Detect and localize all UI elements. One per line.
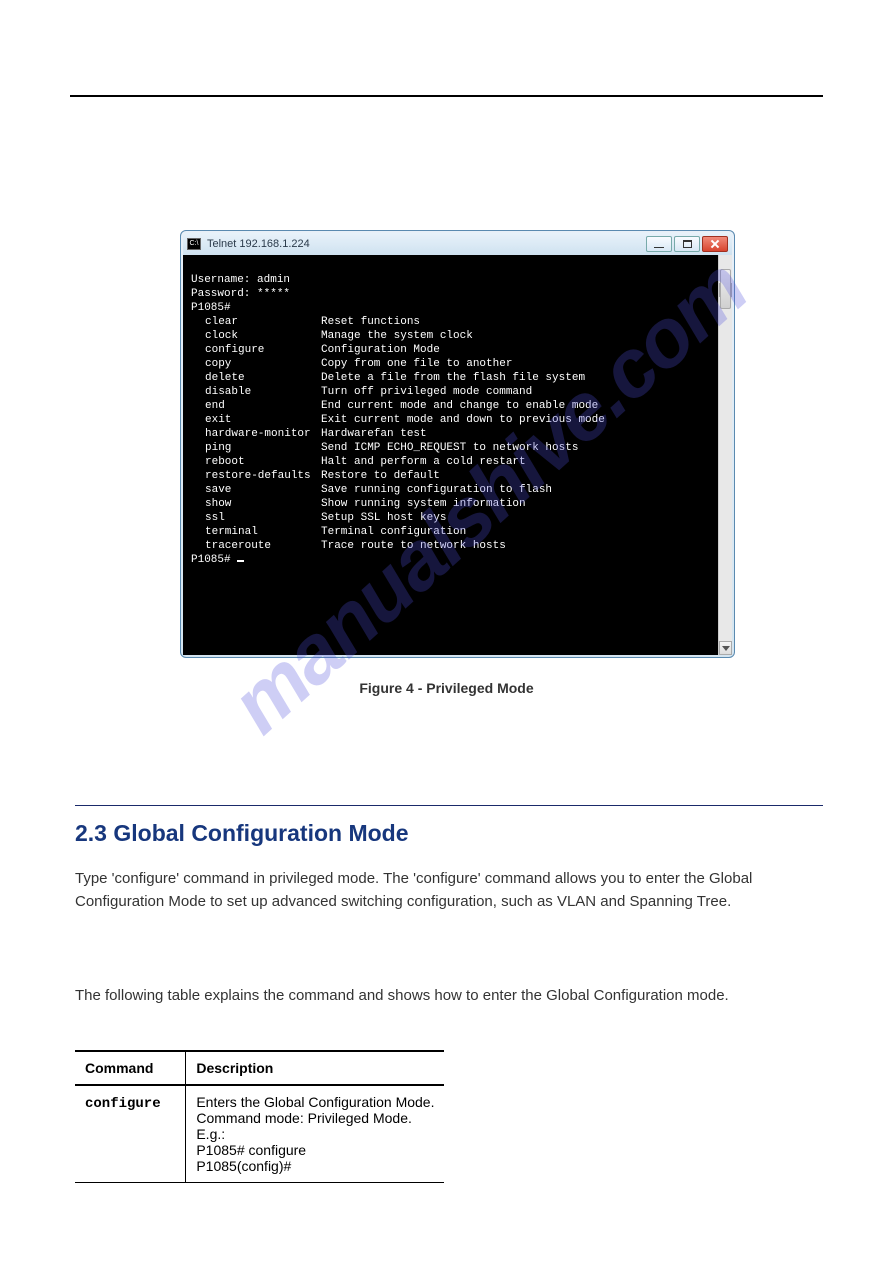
help-desc: Save running configuration to flash: [321, 483, 552, 497]
terminal-help-row: showShow running system information: [191, 497, 724, 511]
section-heading: 2.3 Global Configuration Mode: [75, 820, 409, 847]
shell-prompt: P1085#: [191, 302, 231, 314]
help-cmd: delete: [191, 371, 321, 385]
window-titlebar[interactable]: C:\ Telnet 192.168.1.224: [183, 233, 732, 255]
terminal-scrollbar[interactable]: [718, 255, 732, 655]
help-desc: Restore to default: [321, 469, 440, 483]
terminal-help-row: rebootHalt and perform a cold restart: [191, 455, 724, 469]
terminal-help-row: deleteDelete a file from the flash file …: [191, 371, 724, 385]
help-cmd: traceroute: [191, 539, 321, 553]
help-desc: Terminal configuration: [321, 525, 466, 539]
terminal-help-row: sslSetup SSL host keys: [191, 511, 724, 525]
help-desc: End current mode and change to enable mo…: [321, 399, 598, 413]
terminal-help-row: exitExit current mode and down to previo…: [191, 413, 724, 427]
help-cmd: hardware-monitor: [191, 427, 321, 441]
table-header-row: Command Description: [75, 1051, 444, 1085]
scroll-thumb[interactable]: [720, 269, 731, 309]
help-cmd: clear: [191, 315, 321, 329]
header-rule: [70, 95, 823, 97]
terminal-help-row: restore-defaultsRestore to default: [191, 469, 724, 483]
minimize-button[interactable]: [646, 236, 672, 252]
close-button[interactable]: [702, 236, 728, 252]
col-description: Description: [186, 1051, 445, 1085]
terminal-help-row: clearReset functions: [191, 315, 724, 329]
terminal-help-row: terminalTerminal configuration: [191, 525, 724, 539]
terminal-help-row: hardware-monitorHardwarefan test: [191, 427, 724, 441]
help-desc: Turn off privileged mode command: [321, 385, 532, 399]
shell-prompt-final: P1085#: [191, 554, 237, 566]
table-row: configureEnters the Global Configuration…: [75, 1085, 444, 1183]
command-table: Command Description configureEnters the …: [75, 1050, 444, 1183]
help-desc: Exit current mode and down to previous m…: [321, 413, 605, 427]
cmd-icon: C:\: [187, 238, 201, 250]
help-cmd: configure: [191, 343, 321, 357]
maximize-button[interactable]: [674, 236, 700, 252]
help-cmd: save: [191, 483, 321, 497]
help-cmd: show: [191, 497, 321, 511]
help-desc: Manage the system clock: [321, 329, 473, 343]
terminal-window: C:\ Telnet 192.168.1.224 Username: admin…: [180, 230, 735, 658]
login-username: Username: admin: [191, 274, 290, 286]
help-desc: Copy from one file to another: [321, 357, 512, 371]
help-desc: Send ICMP ECHO_REQUEST to network hosts: [321, 441, 578, 455]
terminal-help-row: tracerouteTrace route to network hosts: [191, 539, 724, 553]
help-desc: Configuration Mode: [321, 343, 440, 357]
terminal-help-row: endEnd current mode and change to enable…: [191, 399, 724, 413]
help-cmd: copy: [191, 357, 321, 371]
cell-description: Enters the Global Configuration Mode. Co…: [186, 1085, 445, 1183]
help-desc: Trace route to network hosts: [321, 539, 506, 553]
cell-command: configure: [75, 1085, 186, 1183]
terminal-help-row: disableTurn off privileged mode command: [191, 385, 724, 399]
terminal-output[interactable]: Username: admin Password: ***** P1085# c…: [183, 255, 732, 655]
window-title: Telnet 192.168.1.224: [207, 238, 646, 250]
paragraph-1: Type 'configure' command in privileged m…: [75, 868, 818, 913]
help-desc: Delete a file from the flash file system: [321, 371, 585, 385]
terminal-help-row: pingSend ICMP ECHO_REQUEST to network ho…: [191, 441, 724, 455]
help-cmd: end: [191, 399, 321, 413]
help-cmd: clock: [191, 329, 321, 343]
help-cmd: reboot: [191, 455, 321, 469]
terminal-help-row: copyCopy from one file to another: [191, 357, 724, 371]
terminal-help-row: saveSave running configuration to flash: [191, 483, 724, 497]
figure-caption: Figure 4 - Privileged Mode: [0, 680, 893, 696]
scroll-down-button[interactable]: [719, 641, 732, 655]
help-cmd: exit: [191, 413, 321, 427]
login-password: Password: *****: [191, 288, 290, 300]
section-rule: [75, 805, 823, 806]
col-command: Command: [75, 1051, 186, 1085]
help-desc: Hardwarefan test: [321, 427, 427, 441]
help-desc: Reset functions: [321, 315, 420, 329]
help-cmd: ping: [191, 441, 321, 455]
help-desc: Halt and perform a cold restart: [321, 455, 526, 469]
help-cmd: restore-defaults: [191, 469, 321, 483]
terminal-help-row: configureConfiguration Mode: [191, 343, 724, 357]
terminal-help-row: clockManage the system clock: [191, 329, 724, 343]
help-desc: Setup SSL host keys: [321, 511, 446, 525]
help-cmd: disable: [191, 385, 321, 399]
help-cmd: terminal: [191, 525, 321, 539]
cursor-icon: [237, 560, 244, 562]
window-controls: [646, 236, 728, 252]
help-desc: Show running system information: [321, 497, 526, 511]
help-cmd: ssl: [191, 511, 321, 525]
paragraph-2: The following table explains the command…: [75, 985, 818, 1008]
